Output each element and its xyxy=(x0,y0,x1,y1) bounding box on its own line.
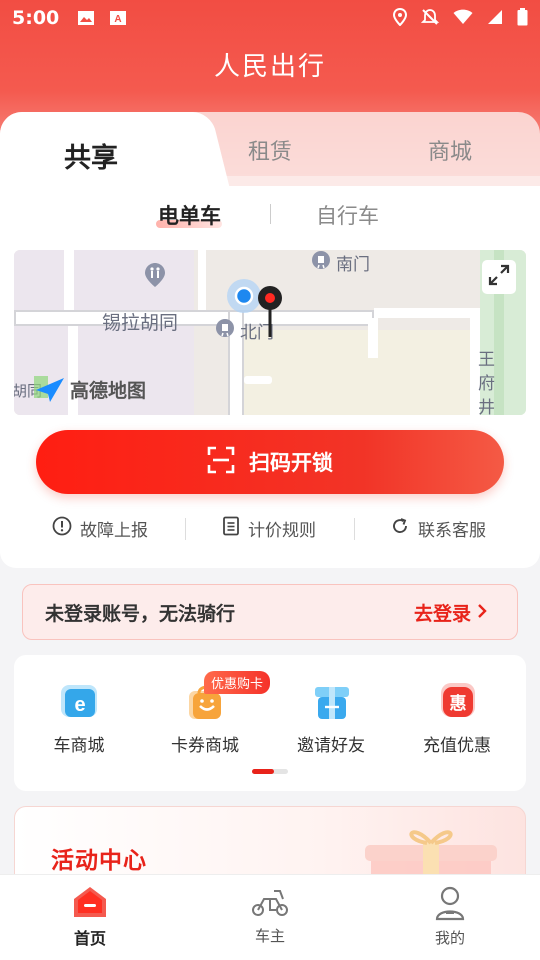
scooter-icon xyxy=(250,890,290,923)
nav-mine[interactable]: 我的 xyxy=(390,885,510,948)
chevron-right-icon xyxy=(477,602,487,624)
app-title: 人民出行 xyxy=(213,52,326,82)
subtab-bicycle[interactable]: 自行车 xyxy=(316,200,379,230)
service-links: 故障上报 计价规则 联系客服 xyxy=(0,512,540,546)
alert-circle-icon xyxy=(52,516,72,541)
login-warning-text: 未登录账号，无法骑行 xyxy=(45,603,236,625)
svg-text:e: e xyxy=(74,694,85,716)
map-fullscreen-button[interactable] xyxy=(482,260,516,294)
grid-item-recharge-discount[interactable]: 惠 充值优惠 xyxy=(402,679,512,756)
tab-mall[interactable]: 商城 xyxy=(420,134,480,166)
amap-logo: 高德地图 xyxy=(32,374,146,404)
nav-owner[interactable]: 车主 xyxy=(210,885,330,946)
activity-title: 活动中心 xyxy=(51,848,147,874)
restroom-icon xyxy=(144,262,166,292)
svg-text:A: A xyxy=(115,14,122,25)
grid-pager-active xyxy=(252,769,274,774)
bottom-navigation: 首页 车主 我的 xyxy=(0,874,540,960)
tab-rental[interactable]: 租赁 xyxy=(240,134,300,166)
refresh-icon xyxy=(390,516,410,541)
subway-south-icon xyxy=(310,250,332,278)
top-tabs: 共享 租赁 商城 xyxy=(0,112,540,186)
expand-icon xyxy=(488,264,510,290)
subway-north-icon xyxy=(214,318,236,346)
text-recognition-icon: A xyxy=(109,10,127,26)
svg-text:惠: 惠 xyxy=(450,693,467,714)
map-label-south-gate: 南门 xyxy=(336,255,370,275)
scan-unlock-label: 扫码开锁 xyxy=(249,451,333,475)
vehicle-type-tabs: 电单车 自行车 xyxy=(0,198,540,232)
scan-unlock-button[interactable]: 扫码开锁 xyxy=(36,430,504,494)
report-fault-link[interactable]: 故障上报 xyxy=(52,516,148,541)
gift-icon xyxy=(309,679,353,723)
nav-home[interactable]: 首页 xyxy=(30,885,150,949)
car-mall-icon: e xyxy=(57,679,101,723)
location-icon xyxy=(392,7,408,30)
discount-icon: 惠 xyxy=(435,679,479,723)
status-time: 5:00 xyxy=(12,7,60,29)
image-icon xyxy=(77,10,95,26)
battery-icon xyxy=(517,8,528,30)
destination-pin-icon xyxy=(256,284,284,344)
grid-item-car-mall[interactable]: e 车商城 xyxy=(24,679,134,756)
pricing-rules-link[interactable]: 计价规则 xyxy=(222,516,316,541)
wifi-icon xyxy=(453,9,473,29)
scan-icon xyxy=(207,446,235,479)
map-view[interactable]: 锡拉胡同 南门 北门 胡同 王府井 高德地图 xyxy=(14,250,526,415)
go-login-link[interactable]: 去登录 xyxy=(414,599,487,626)
map-label-street: 锡拉胡同 xyxy=(102,312,179,334)
person-icon xyxy=(434,886,466,925)
subtab-e-bike[interactable]: 电单车 xyxy=(158,200,221,230)
grid-item-invite-friends[interactable]: 邀请好友 xyxy=(276,679,386,756)
shortcut-grid: e 车商城 卡券商城 邀请好友 惠 充值优惠 优惠购卡 xyxy=(14,655,526,791)
home-icon xyxy=(72,887,108,923)
mute-icon xyxy=(420,8,440,30)
amap-logo-icon xyxy=(34,376,64,402)
customer-service-link[interactable]: 联系客服 xyxy=(390,516,486,541)
grid-pager xyxy=(252,769,288,774)
signal-icon xyxy=(487,9,503,29)
document-icon xyxy=(222,516,240,541)
status-bar: 5:00 A xyxy=(0,0,540,36)
map-label-wangfujing: 王府井 xyxy=(478,350,495,415)
login-banner: 未登录账号，无法骑行 去登录 xyxy=(22,584,518,640)
coupon-badge: 优惠购卡 xyxy=(204,671,271,694)
tab-share[interactable]: 共享 xyxy=(60,136,122,175)
